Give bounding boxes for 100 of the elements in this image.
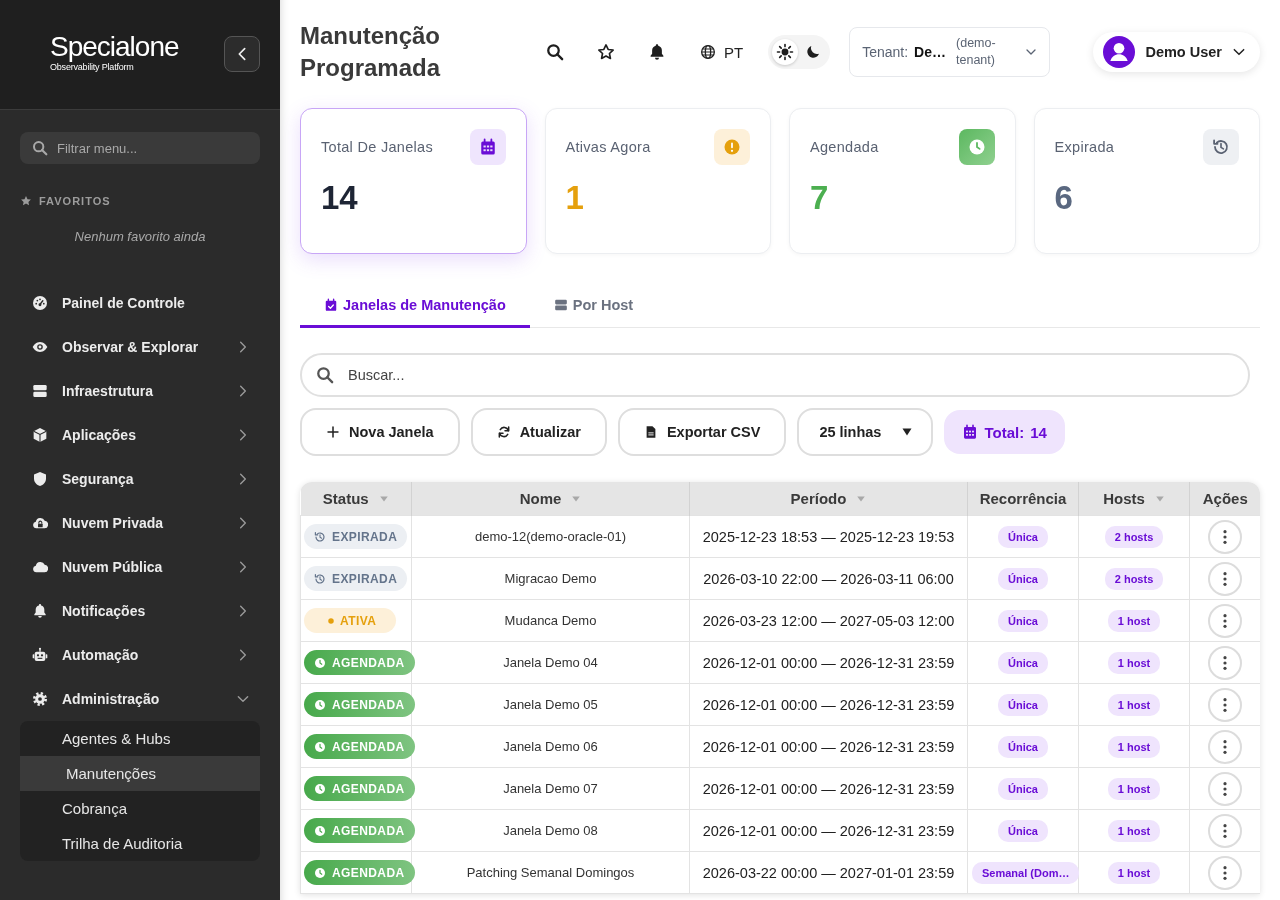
tab[interactable]: Janelas de Manutenção	[300, 284, 530, 328]
stat-label: Agendada	[810, 139, 879, 155]
stat-label: Total De Janelas	[321, 139, 433, 155]
nav-item[interactable]: Notificações	[0, 589, 280, 633]
nav-item[interactable]: Aplicações	[0, 413, 280, 457]
cloud-icon	[32, 559, 48, 575]
caret-down-icon	[901, 426, 914, 438]
logo-tagline: Observability Platform	[50, 61, 134, 72]
hosts-tag: 1 host	[1107, 609, 1161, 632]
hosts-tag: 2 hosts	[1104, 567, 1164, 590]
hosts-tag: 1 host	[1107, 861, 1161, 884]
more-button[interactable]	[1208, 687, 1242, 722]
empty-message: Nenhum favorito ainda	[73, 229, 207, 245]
nav-item[interactable]: Automação	[0, 633, 280, 677]
recurrence-tag: Única	[998, 777, 1048, 800]
clock-icon	[314, 698, 326, 711]
submenu-item[interactable]: Cobrança	[20, 791, 260, 826]
column-header[interactable]: Hosts	[1078, 482, 1190, 516]
calendar-icon	[469, 129, 506, 165]
search-icon	[316, 366, 334, 384]
history-icon	[314, 572, 326, 585]
gear-icon	[32, 691, 48, 707]
history-icon	[314, 530, 326, 543]
more-button[interactable]	[1208, 603, 1242, 638]
hosts-tag: 1 host	[1107, 735, 1161, 758]
language-button[interactable]: PT	[696, 34, 748, 70]
collapse-button[interactable]	[224, 36, 260, 72]
table-cell: demo-12(demo-oracle-01)	[411, 515, 690, 558]
table-cell: 2026-03-10 22:00 — 2026-03-11 06:00	[689, 557, 968, 600]
add-button[interactable]: Nova Janela	[300, 408, 460, 456]
more-button[interactable]	[1208, 645, 1242, 680]
column-header[interactable]: Status	[300, 482, 412, 516]
nav-item[interactable]: Administração	[0, 677, 280, 721]
column-header[interactable]: Período	[689, 482, 968, 516]
table-cell: 2026-12-01 00:00 — 2026-12-31 23:59	[689, 767, 968, 810]
hosts-tag: 1 host	[1107, 777, 1161, 800]
stat-value: 7	[810, 179, 830, 217]
tenant-label: Tenant:	[862, 44, 909, 60]
column-header[interactable]: Ações	[1189, 482, 1260, 516]
submenu-item[interactable]: Trilha de Auditoria	[20, 826, 260, 861]
stat-card[interactable]: Total De Janelas 14	[300, 108, 527, 254]
user-menu[interactable]: Demo User	[1093, 32, 1260, 72]
status-text: ATIVA	[340, 613, 377, 628]
status-text: AGENDADA	[332, 865, 405, 880]
stat-card[interactable]: Ativas Agora 1	[544, 108, 771, 254]
export-button[interactable]: Exportar CSV	[617, 408, 787, 456]
theme-toggle[interactable]	[768, 35, 831, 69]
nav-item[interactable]: Nuvem Pública	[0, 545, 280, 589]
stat-value: 14	[321, 179, 359, 217]
submenu-item[interactable]: Agentes & Hubs	[20, 721, 260, 756]
stat-card[interactable]: Expirada 6	[1033, 108, 1260, 254]
total-value: 14	[1030, 423, 1047, 441]
column-header[interactable]: Recorrência	[967, 482, 1079, 516]
nav-item[interactable]: Segurança	[0, 457, 280, 501]
table-cell: 2026-12-01 00:00 — 2026-12-31 23:59	[689, 683, 968, 726]
server-icon	[553, 297, 568, 312]
table-cell: 2026-12-01 00:00 — 2026-12-31 23:59	[689, 725, 968, 768]
tab[interactable]: Por Host	[529, 284, 658, 328]
status-text: AGENDADA	[332, 781, 405, 796]
recurrence-tag: Única	[998, 609, 1048, 632]
plus-icon	[326, 425, 340, 439]
nav-item[interactable]: Painel de Controle	[0, 281, 280, 325]
stat-card[interactable]: Agendada 7	[789, 108, 1016, 254]
clock-icon	[314, 824, 326, 837]
table-cell: 2026-03-22 00:00 — 2027-01-01 23:59	[689, 851, 968, 894]
dot-icon	[328, 617, 334, 624]
nav-item[interactable]: Infraestrutura	[0, 369, 280, 413]
status-text: EXPIRADA	[332, 571, 398, 586]
refresh-button[interactable]: Atualizar	[470, 408, 607, 456]
more-button[interactable]	[1208, 855, 1242, 890]
submenu-item[interactable]: Manutenções	[20, 756, 260, 791]
clock-icon	[314, 866, 326, 879]
eye-icon	[32, 339, 48, 355]
more-button[interactable]	[1208, 771, 1242, 806]
more-button[interactable]	[1208, 519, 1242, 554]
exclamation-icon	[714, 129, 750, 165]
table-cell: 2026-03-23 12:00 — 2027-05-03 12:00	[689, 599, 968, 642]
clock-icon	[314, 740, 326, 753]
nav-item[interactable]: Observar & Explorar	[0, 325, 280, 369]
bell-icon	[32, 603, 48, 619]
refresh-icon	[496, 425, 511, 439]
more-button[interactable]	[1208, 561, 1242, 596]
table-cell: Janela Demo 05	[411, 683, 690, 726]
calendar-check-icon	[324, 297, 338, 312]
nav-item[interactable]: Nuvem Privada	[0, 501, 280, 545]
stat-value: 1	[565, 179, 585, 217]
history-icon	[1203, 129, 1239, 165]
search-icon	[546, 43, 564, 61]
stat-value: 6	[1054, 179, 1074, 217]
section-title: FAVORITOS	[39, 194, 111, 208]
recurrence-tag: Única	[998, 525, 1048, 548]
filter-field[interactable]: Filtrar menu...	[20, 132, 260, 164]
column-header[interactable]: Nome	[411, 482, 690, 516]
table-cell: 2026-12-01 00:00 — 2026-12-31 23:59	[689, 809, 968, 852]
recurrence-tag: Única	[998, 693, 1048, 716]
more-button[interactable]	[1208, 813, 1242, 848]
table-cell: Janela Demo 04	[411, 641, 690, 684]
page-size-select[interactable]: 25 linhas	[797, 408, 934, 456]
more-button[interactable]	[1208, 729, 1242, 764]
search-field[interactable]: Buscar...	[300, 353, 1250, 397]
